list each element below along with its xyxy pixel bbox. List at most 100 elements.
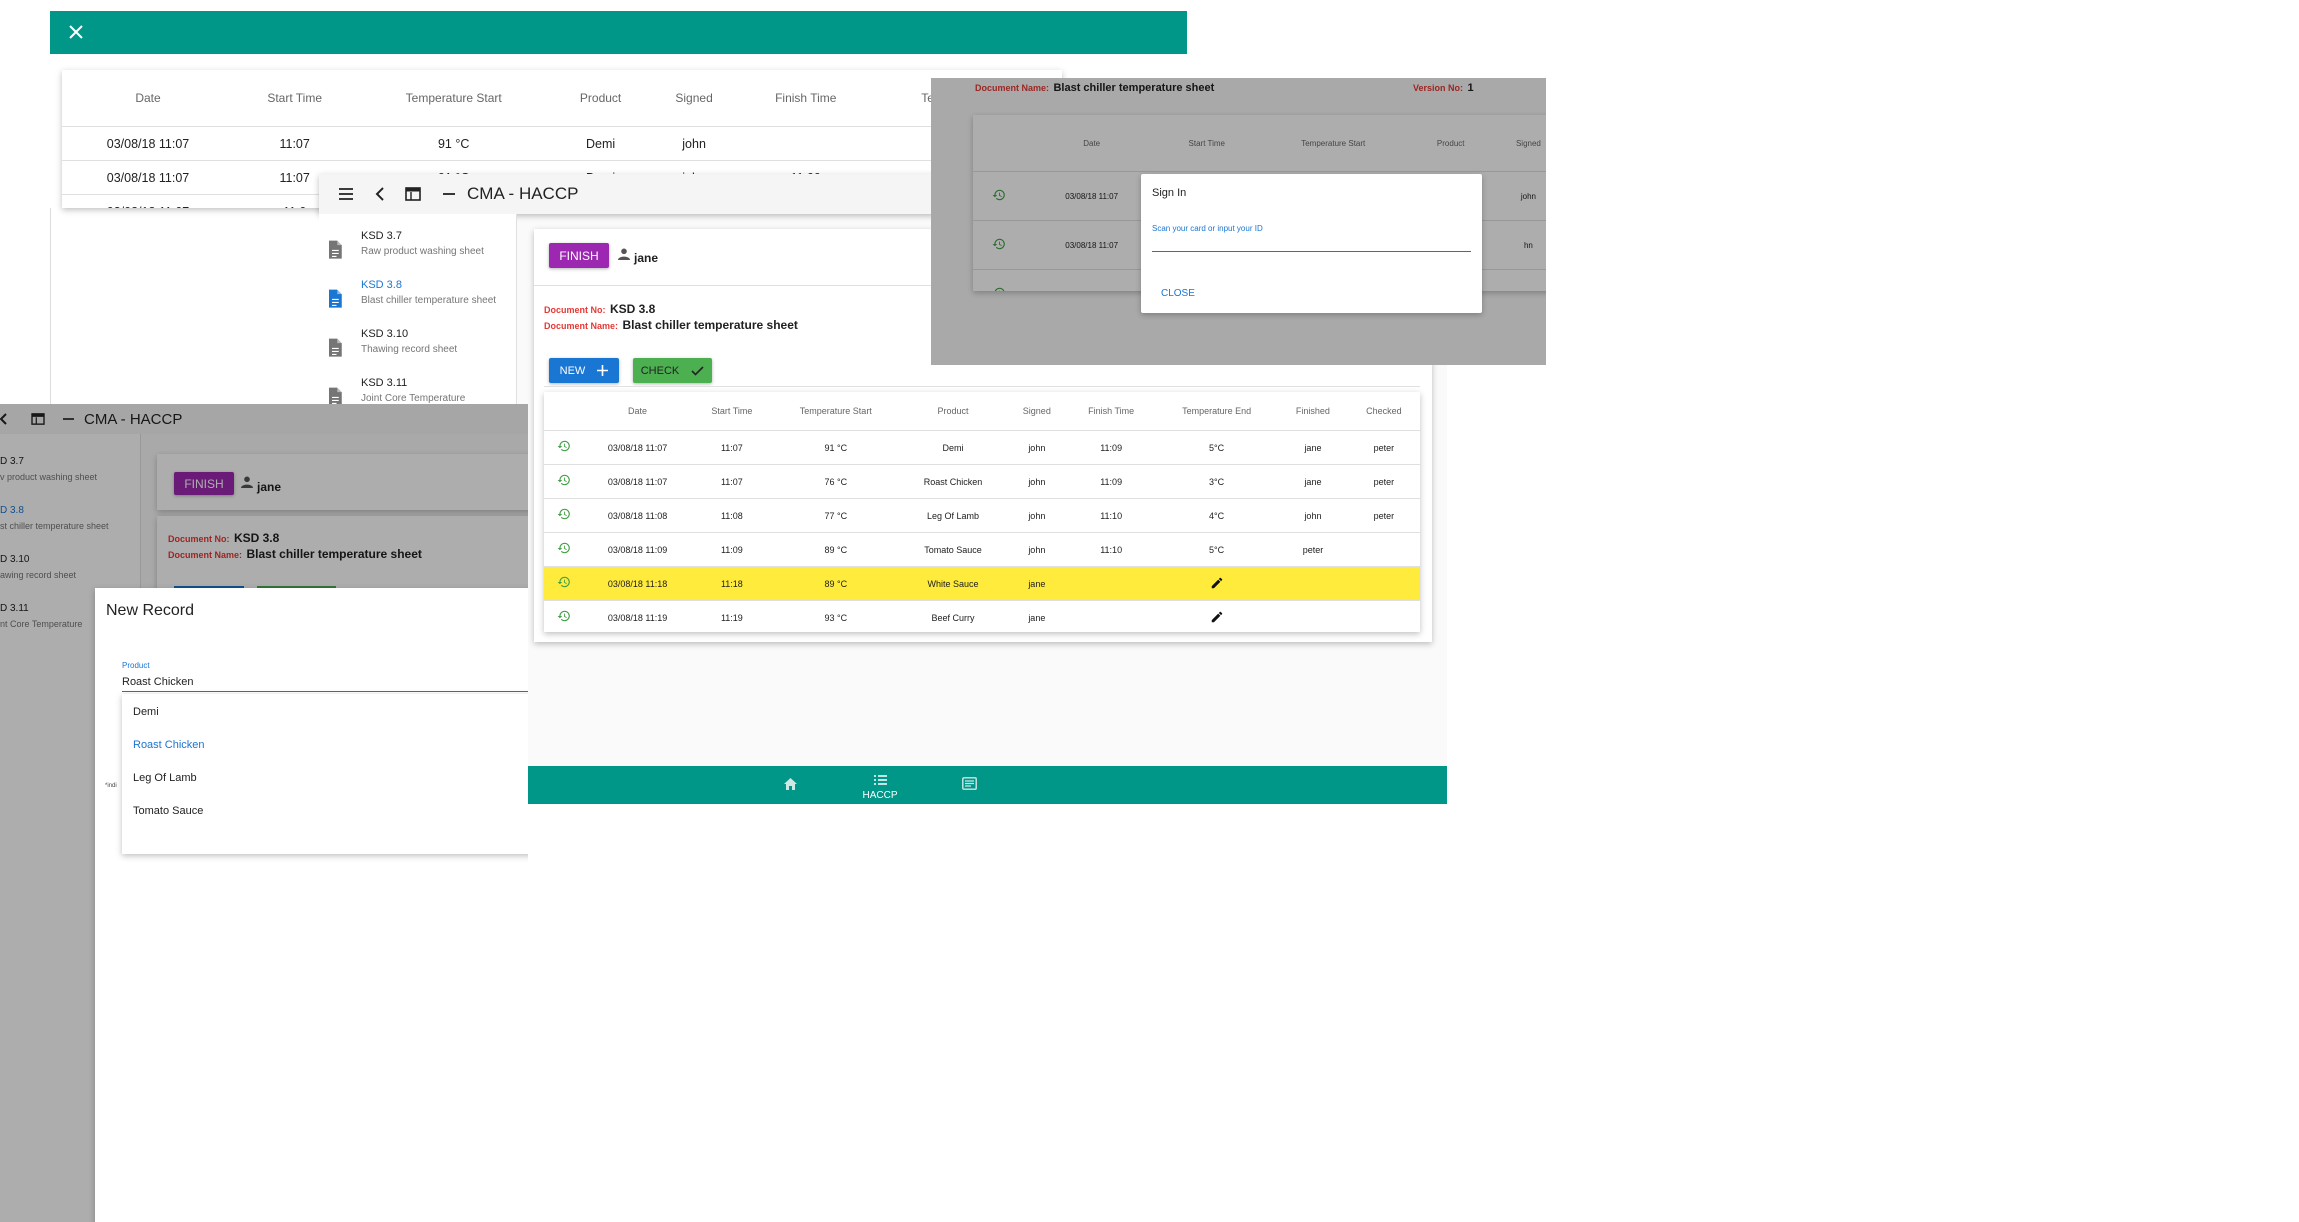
table-row[interactable]: 03/08/18 11:19 11:19 93 °C Beef Curry jane [544,600,1420,632]
cell-temp-end: 5°C [1155,532,1279,567]
history-cell[interactable] [544,498,584,533]
new-record-panel: CMA - HACCP D 3.7 v product washing sheet… [0,404,528,1222]
dropdown-option[interactable]: Leg Of Lamb [133,772,197,784]
cell-checked [1347,532,1420,567]
back-column-header: Start Time [267,91,323,105]
cell-checked: peter [1347,430,1420,465]
records-table-card: Date Start Time Temperature Start Product Si… [544,392,1420,632]
table-cell: 03/08/18 11:07 [62,194,234,208]
cell-signed: jane [1006,566,1068,601]
history-cell[interactable] [544,464,584,499]
table-cell: Demi [552,126,650,161]
table-row[interactable]: 03/08/18 11:07 11:07 76 °C Roast Chicken joh… [544,464,1420,499]
sidebar-item-ksd-3-10[interactable]: KSD 3.10 Thawing record sheet [319,326,516,370]
back-column-header: Finish Time [775,91,837,105]
edit-icon[interactable] [1210,610,1224,624]
cell-temp-end: 3°C [1155,464,1279,499]
doc-no: KSD 3.8 [609,302,656,316]
haccp-nav-label: HACCP [862,790,898,801]
message-icon[interactable] [962,777,977,790]
finish-button[interactable]: FINISH [549,243,609,268]
check-button[interactable]: CHECK [633,358,712,383]
signin-close-button[interactable]: CLOSE [1161,288,1195,299]
note-text: *indi [105,783,117,789]
table-cell: john [649,126,740,161]
cell-product: White Sauce [899,566,1007,601]
signin-field-label: Scan your card or input your ID [1152,224,1263,233]
cell-signed: john [1006,464,1068,499]
history-icon[interactable] [557,439,571,453]
back-column-header: Signed [675,91,713,105]
signin-id-input[interactable] [1152,237,1471,252]
cell-temp-end[interactable] [1155,566,1279,601]
column-header[interactable]: Start Time [692,392,772,431]
sidebar-item-desc: Thawing record sheet [361,344,458,355]
cell-product: Leg Of Lamb [899,498,1007,533]
history-cell[interactable] [544,600,584,632]
column-header[interactable]: Temperature Start [772,392,899,431]
cell-temp-end[interactable] [1155,600,1279,632]
home-icon[interactable] [784,778,797,790]
cell-date: 03/08/18 11:18 [583,566,692,601]
cell-product: Demi [899,430,1007,465]
table-row[interactable]: 03/08/18 11:08 11:08 77 °C Leg Of Lamb john 1… [544,498,1420,533]
minimize-icon[interactable] [443,192,455,196]
cell-checked: peter [1347,498,1420,533]
history-icon[interactable] [557,609,571,623]
column-header[interactable]: Product [900,392,1007,431]
history-icon[interactable] [557,575,571,589]
current-user: jane [634,251,659,265]
table-row[interactable]: 03/08/18 11:0711:0791 °CDemijohn [62,126,1062,161]
doc-name-line: Document Name: Blast chiller temperature… [544,316,798,334]
cell-finished [1278,566,1348,601]
history-icon[interactable] [557,473,571,487]
sidebar-item-ksd-3-8[interactable]: KSD 3.8 Blast chiller temperature sheet [319,277,516,321]
dropdown-option[interactable]: Tomato Sauce [133,805,203,817]
records-table: Date Start Time Temperature Start Product Si… [544,392,1420,632]
window-icon[interactable] [405,187,421,201]
column-header [544,392,583,431]
table-cell: 11:07 [233,126,356,161]
dropdown-option[interactable]: Roast Chicken [133,739,205,751]
doc-name-label: Document Name: [544,321,619,331]
cell-temp-start: 91 °C [772,430,900,465]
column-header[interactable]: Finished [1278,392,1348,431]
cell-finish: 11:10 [1067,498,1156,533]
column-header[interactable]: Checked [1348,392,1420,431]
back-dialog-divider [50,208,51,408]
column-header[interactable]: Signed [1006,392,1067,431]
table-row[interactable]: 03/08/18 11:09 11:09 89 °C Tomato Sauce john… [544,532,1420,567]
dropdown-option[interactable]: Demi [133,706,159,718]
new-record-dialog: New Record Product Roast Chicken *indi D… [95,588,528,1222]
close-icon[interactable] [68,24,84,40]
product-dropdown: Demi Roast Chicken Leg Of Lamb Tomato Sauce [122,694,528,854]
back-column-header: Temperature Start [405,91,502,105]
back-column-header: Product [579,91,622,105]
doc-no-label: Document No: [544,305,606,315]
cell-start: 11:07 [691,430,773,465]
table-row[interactable]: 03/08/18 11:18 11:18 89 °C White Sauce jane [544,566,1420,601]
cell-finish: 11:10 [1067,532,1156,567]
history-cell[interactable] [544,532,584,567]
menu-icon[interactable] [339,188,353,200]
cell-product: Tomato Sauce [899,532,1007,567]
history-cell[interactable] [544,430,584,465]
table-row[interactable]: 03/08/18 11:07 11:07 91 °C Demi john 11:09 5°C… [544,430,1420,465]
back-arrow-icon[interactable] [375,187,385,201]
cell-finished: jane [1278,430,1348,465]
cell-temp-start: 89 °C [772,532,900,567]
column-header[interactable]: Finish Time [1067,392,1155,431]
document-icon [327,289,344,312]
column-header[interactable]: Date [583,392,691,431]
history-cell[interactable] [544,566,584,601]
cell-signed: john [1006,430,1068,465]
edit-icon[interactable] [1210,576,1224,590]
history-icon[interactable] [557,541,571,555]
product-select[interactable]: Roast Chicken [122,672,528,692]
column-header[interactable]: Temperature End [1155,392,1278,431]
history-icon[interactable] [557,507,571,521]
cell-date: 03/08/18 11:07 [583,430,692,465]
sidebar-item-ksd-3-7[interactable]: KSD 3.7 Raw product washing sheet [319,228,516,272]
new-button[interactable]: NEW [549,358,619,383]
haccp-nav-item[interactable]: HACCP [858,772,902,801]
